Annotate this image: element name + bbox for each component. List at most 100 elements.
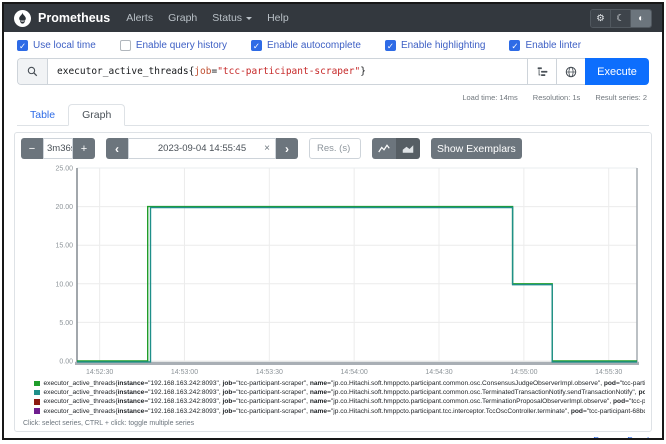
checkbox-enable-linter[interactable]: Enable linter: [509, 40, 581, 51]
chart-legend: executor_active_threads{instance="192.16…: [34, 379, 645, 416]
label-name: job: [194, 66, 211, 77]
time-back-button[interactable]: ‹: [106, 138, 128, 159]
checkbox-icon[interactable]: [509, 40, 520, 51]
checkbox-enable-highlighting[interactable]: Enable highlighting: [385, 40, 486, 51]
resolution-input[interactable]: Res. (s): [309, 138, 361, 159]
format-expression-button[interactable]: [527, 59, 556, 84]
search-icon: [18, 59, 48, 84]
prometheus-window: Prometheus Alerts Graph Status Help ⚙ ☾ …: [2, 2, 664, 440]
checkbox-icon[interactable]: [120, 40, 131, 51]
minus-icon: −: [29, 143, 35, 155]
query-expression-input[interactable]: executor_active_threads{job="tcc-partici…: [48, 59, 527, 84]
contrast-icon[interactable]: ◐: [631, 10, 651, 27]
series-label: executor_active_threads{instance="192.16…: [44, 397, 646, 406]
resolution: Resolution: 1s: [533, 93, 581, 102]
checkbox-label: Use local time: [33, 40, 96, 51]
chart-type-toggle: [372, 138, 420, 159]
svg-text:14:55:30: 14:55:30: [595, 369, 622, 376]
globe-icon: [565, 66, 577, 78]
metric-name: executor_active_threads: [57, 66, 189, 77]
graph-toolbar: − 3m36s + ‹ 2023-09-04 14:55:45 × › Res.…: [21, 138, 645, 159]
nav-graph[interactable]: Graph: [168, 12, 197, 24]
checkbox-icon[interactable]: [251, 40, 262, 51]
checkbox-enable-query-history[interactable]: Enable query history: [120, 40, 227, 51]
series-color-swatch: [34, 381, 40, 387]
legend-item[interactable]: executor_active_threads{instance="192.16…: [34, 407, 645, 416]
svg-text:15.00: 15.00: [55, 243, 73, 250]
svg-text:14:53:30: 14:53:30: [256, 369, 283, 376]
svg-text:14:54:00: 14:54:00: [341, 369, 368, 376]
checkbox-icon[interactable]: [385, 40, 396, 51]
caret-down-icon: [246, 17, 252, 23]
svg-text:5.00: 5.00: [59, 320, 73, 327]
checkbox-enable-autocomplete[interactable]: Enable autocomplete: [251, 40, 361, 51]
plus-icon: +: [81, 143, 87, 155]
chart-area[interactable]: 0.00 5.00 10.00 15.00 20.00 25.00 14:52:30 14:5…: [21, 165, 645, 377]
query-stats: Load time: 14ms Resolution: 1s Result se…: [4, 90, 662, 102]
show-exemplars-button[interactable]: Show Exemplars: [431, 138, 522, 159]
stacked-chart-icon: [402, 144, 414, 154]
time-control: ‹ 2023-09-04 14:55:45 × ›: [106, 138, 298, 159]
time-forward-button[interactable]: ›: [276, 138, 298, 159]
series-label: executor_active_threads{instance="192.16…: [44, 379, 646, 388]
legend-item[interactable]: executor_active_threads{instance="192.16…: [34, 388, 645, 397]
theme-toggle-group: ⚙ ☾ ◐: [590, 9, 652, 28]
range-increase-button[interactable]: +: [73, 138, 95, 159]
svg-text:20.00: 20.00: [55, 204, 73, 211]
stacked-chart-button[interactable]: [396, 138, 420, 159]
range-input[interactable]: 3m36s: [43, 138, 73, 159]
line-chart-button[interactable]: [372, 138, 396, 159]
remove-panel-link[interactable]: Remove Panel: [593, 435, 649, 440]
series-color-swatch: [34, 408, 40, 414]
svg-text:14:54:30: 14:54:30: [425, 369, 452, 376]
series-color-swatch: [34, 399, 40, 405]
nav-help[interactable]: Help: [267, 12, 289, 24]
query-row: executor_active_threads{job="tcc-partici…: [17, 58, 649, 85]
checkbox-label: Enable linter: [525, 40, 581, 51]
svg-text:0.00: 0.00: [59, 359, 73, 366]
prometheus-logo[interactable]: [14, 10, 31, 27]
nav-alerts[interactable]: Alerts: [126, 12, 153, 24]
chevron-right-icon: ›: [285, 142, 289, 156]
svg-text:25.00: 25.00: [55, 166, 73, 173]
legend-item[interactable]: executor_active_threads{instance="192.16…: [34, 379, 645, 388]
result-series: Result series: 2: [595, 93, 647, 102]
metrics-explorer-button[interactable]: [556, 59, 585, 84]
tree-view-icon: [537, 66, 548, 77]
checkbox-label: Enable autocomplete: [267, 40, 361, 51]
checkbox-label: Enable highlighting: [401, 40, 486, 51]
legend-help-note: Click: select series, CTRL + click: togg…: [23, 420, 645, 427]
time-series-chart[interactable]: 0.00 5.00 10.00 15.00 20.00 25.00 14:52:30 14:5…: [21, 165, 664, 377]
execute-button[interactable]: Execute: [585, 58, 649, 85]
svg-text:14:53:00: 14:53:00: [171, 369, 198, 376]
svg-text:14:52:30: 14:52:30: [86, 369, 113, 376]
flame-icon: [17, 12, 28, 24]
tab-table[interactable]: Table: [17, 105, 68, 125]
range-decrease-button[interactable]: −: [21, 138, 43, 159]
gear-icon[interactable]: ⚙: [591, 10, 611, 27]
nav-status[interactable]: Status: [212, 12, 252, 24]
tab-graph[interactable]: Graph: [68, 104, 125, 126]
range-control: − 3m36s +: [21, 138, 95, 159]
checkbox-use-local-time[interactable]: Use local time: [17, 40, 96, 51]
load-time: Load time: 14ms: [462, 93, 517, 102]
datetime-input[interactable]: 2023-09-04 14:55:45 ×: [128, 138, 276, 159]
legend-item[interactable]: executor_active_threads{instance="192.16…: [34, 397, 645, 406]
series-color-swatch: [34, 390, 40, 396]
line-chart-icon: [378, 144, 390, 154]
moon-icon[interactable]: ☾: [611, 10, 631, 27]
navbar: Prometheus Alerts Graph Status Help ⚙ ☾ …: [4, 4, 662, 32]
svg-text:14:55:00: 14:55:00: [510, 369, 537, 376]
remove-panel-row: Remove Panel: [17, 435, 649, 440]
panel-tabs: Table Graph: [17, 104, 649, 126]
series-label: executor_active_threads{instance="192.16…: [44, 388, 646, 397]
series-label: executor_active_threads{instance="192.16…: [44, 407, 646, 416]
checkbox-label: Enable query history: [136, 40, 227, 51]
brand-title[interactable]: Prometheus: [38, 11, 110, 25]
options-row: Use local time Enable query history Enab…: [4, 32, 662, 55]
label-value: "tcc-participant-scraper": [217, 66, 360, 77]
checkbox-icon[interactable]: [17, 40, 28, 51]
chevron-left-icon: ‹: [115, 142, 119, 156]
svg-text:10.00: 10.00: [55, 281, 73, 288]
clear-time-icon[interactable]: ×: [264, 143, 270, 154]
